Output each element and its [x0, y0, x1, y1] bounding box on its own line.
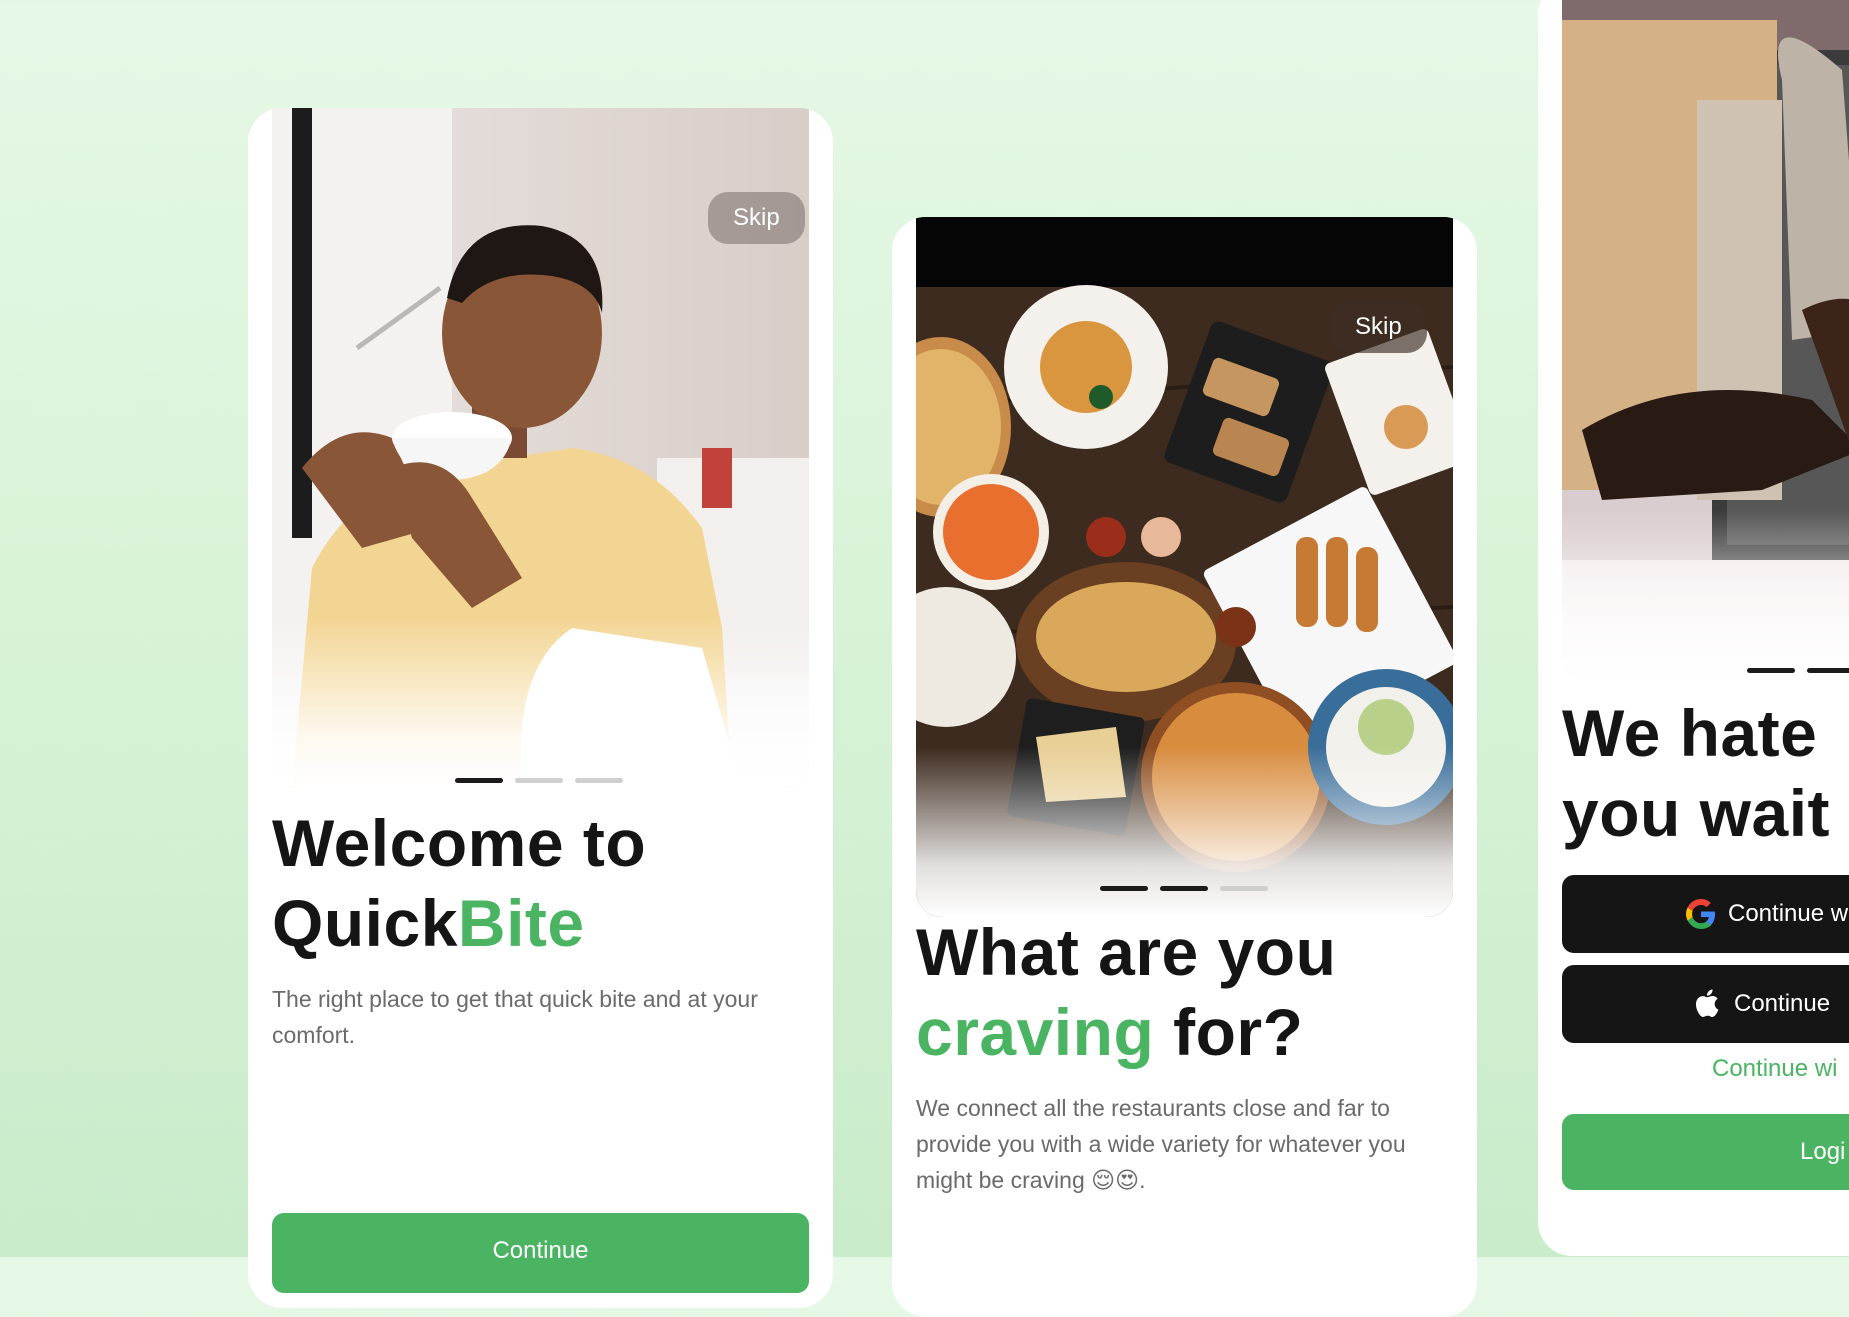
page-indicator-dot-2: [515, 778, 563, 783]
hero-photo-delivery: [1562, 0, 1849, 680]
page-title: What are you craving for?: [916, 912, 1336, 1072]
skip-button[interactable]: Skip: [1330, 301, 1427, 353]
title-line-1: What are you: [916, 915, 1337, 989]
onboarding-screen-signin: We hate you wait Continue w Continue Con…: [1538, 0, 1849, 1256]
page-title: We hate you wait: [1562, 693, 1830, 853]
title-brand: Quick: [272, 886, 458, 960]
title-accent-word: craving: [916, 995, 1155, 1069]
google-button-label: Continue w: [1728, 900, 1849, 927]
login-button[interactable]: Logi: [1562, 1114, 1849, 1190]
page-title: Welcome to QuickBite: [272, 803, 646, 963]
skip-button[interactable]: Skip: [708, 192, 805, 244]
onboarding-screen-welcome: Skip Welcome to QuickBite The right plac…: [248, 108, 833, 1308]
page-indicator-dot-3: [1220, 886, 1268, 891]
onboarding-screen-craving: Skip What are you craving for? We connec…: [892, 217, 1477, 1317]
continue-as-guest-link[interactable]: Continue wi: [1712, 1055, 1837, 1083]
page-indicator: [1747, 668, 1849, 673]
page-indicator-dot-1: [455, 778, 503, 783]
login-button-label: Logi: [1800, 1138, 1846, 1165]
page-indicator: [455, 778, 623, 783]
page-indicator-dot-2: [1807, 668, 1849, 673]
apple-button-label: Continue: [1734, 990, 1831, 1017]
page-indicator-dot-3: [575, 778, 623, 783]
continue-button[interactable]: Continue: [272, 1213, 809, 1293]
page-indicator-dot-1: [1747, 668, 1795, 673]
page-indicator-dot-2: [1160, 886, 1208, 891]
page-indicator: [1100, 886, 1268, 891]
title-line-2-rest: for?: [1154, 995, 1304, 1069]
title-brand-accent: Bite: [457, 886, 585, 960]
title-line-2: you wait: [1562, 776, 1831, 850]
apple-icon: [1692, 987, 1720, 1026]
continue-with-apple-button[interactable]: Continue: [1562, 965, 1849, 1043]
page-description: We connect all the restaurants close and…: [916, 1095, 1406, 1193]
google-icon: [1686, 899, 1716, 936]
title-line-1: Welcome to: [272, 806, 647, 880]
title-line-1: We hate: [1562, 696, 1818, 770]
continue-with-google-button[interactable]: Continue w: [1562, 875, 1849, 953]
page-description: The right place to get that quick bite a…: [272, 986, 758, 1048]
page-indicator-dot-1: [1100, 886, 1148, 891]
